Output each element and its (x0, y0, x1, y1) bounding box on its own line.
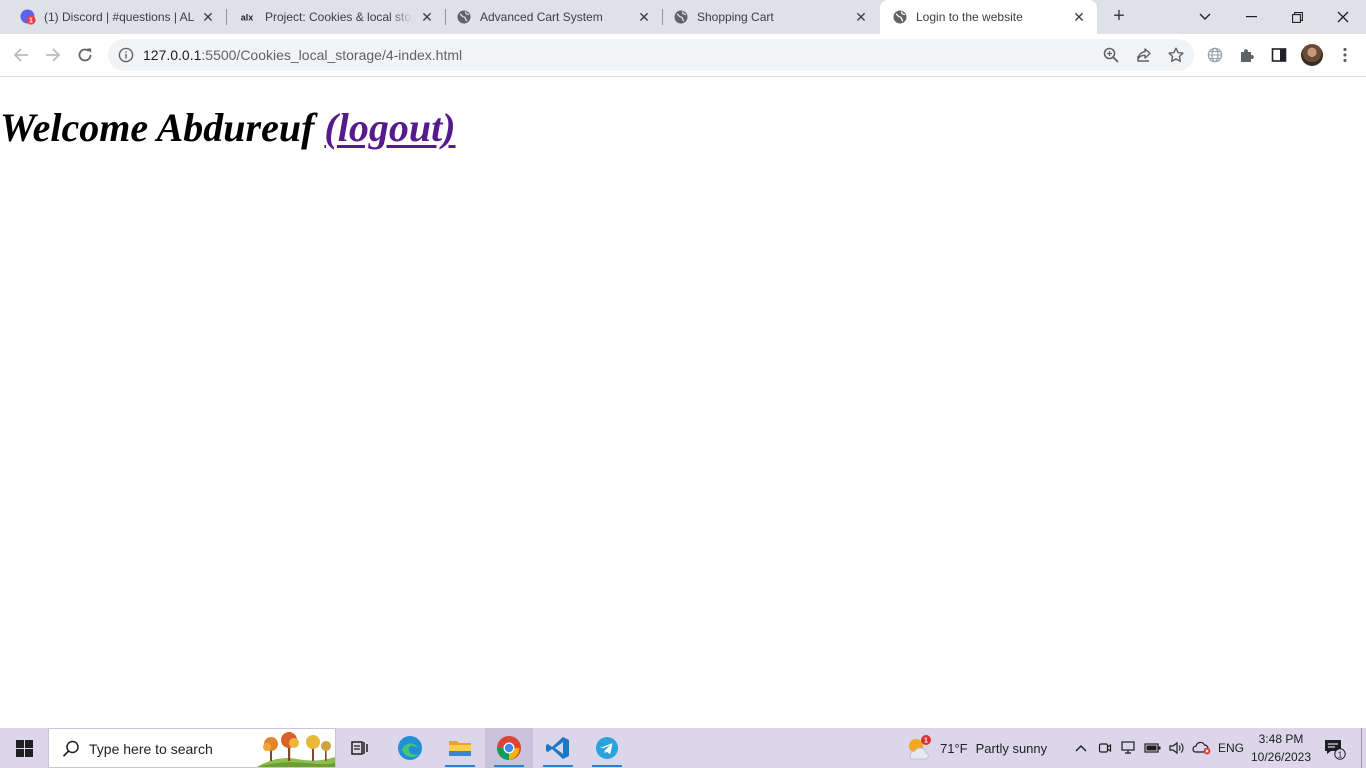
browser-toolbar: 127.0.0.1:5500/Cookies_local_storage/4-i… (0, 34, 1366, 77)
close-icon[interactable]: ✕ (1069, 7, 1089, 27)
notification-center-button[interactable]: 1 (1322, 736, 1346, 760)
start-button[interactable] (0, 728, 48, 768)
tab-search-button[interactable] (1182, 0, 1228, 34)
share-icon[interactable] (1134, 45, 1154, 65)
bookmark-star-icon[interactable] (1166, 45, 1186, 65)
tab-shopping-cart[interactable]: Shopping Cart ✕ (663, 0, 879, 34)
kebab-menu-icon[interactable] (1334, 44, 1356, 66)
weather-alert-badge: 1 (924, 738, 928, 745)
windows-taskbar: Type here to search 1 71°F Partly sunny … (0, 728, 1366, 768)
arrow-left-icon (13, 48, 28, 62)
url-path: :5500/Cookies_local_storage/4-index.html (201, 47, 463, 63)
telegram-app-button[interactable] (583, 728, 631, 768)
close-icon[interactable]: ✕ (634, 7, 654, 27)
forward-button[interactable] (38, 40, 68, 70)
puzzle-icon[interactable] (1236, 44, 1258, 66)
discord-icon: 1 (20, 9, 36, 25)
url-text[interactable]: 127.0.0.1:5500/Cookies_local_storage/4-i… (143, 47, 462, 63)
task-view-icon (351, 741, 368, 755)
temperature-text: 71°F (940, 740, 968, 756)
arrow-right-icon (46, 48, 61, 62)
globe-icon (456, 9, 472, 25)
globe-icon (892, 9, 908, 25)
clock-date: 10/26/2023 (1250, 750, 1312, 764)
chrome-icon (497, 736, 521, 760)
folder-icon (449, 741, 471, 756)
new-tab-button[interactable]: + (1108, 6, 1130, 28)
welcome-heading: Welcome Abdureuf (logout) (0, 104, 456, 151)
partly-sunny-icon: 1 (904, 734, 932, 762)
windows-logo-icon (15, 739, 33, 757)
battery-icon[interactable] (1142, 728, 1164, 768)
edge-icon (398, 736, 422, 760)
volume-icon[interactable] (1166, 728, 1188, 768)
chrome-app-button[interactable] (485, 728, 533, 768)
restore-button[interactable] (1274, 0, 1320, 34)
weather-widget[interactable]: 1 71°F Partly sunny (904, 728, 1047, 768)
reload-icon (78, 48, 92, 62)
search-icon (61, 739, 81, 759)
welcome-text: Welcome Abdureuf (0, 105, 325, 150)
tab-alx-project[interactable]: alx Project: Cookies & local storage ✕ (227, 0, 445, 34)
close-icon[interactable]: ✕ (417, 7, 437, 27)
network-icon[interactable] (1118, 728, 1140, 768)
tab-title: Advanced Cart System (480, 10, 603, 24)
tab-discord[interactable]: 1 (1) Discord | #questions | ALX ✕ (0, 0, 226, 34)
chevron-up-icon (1075, 745, 1087, 752)
alx-logo: alx (241, 13, 254, 23)
side-panel-icon[interactable] (1268, 44, 1290, 66)
back-button[interactable] (6, 40, 36, 70)
minimize-icon (1245, 16, 1257, 18)
chevron-down-icon (1199, 13, 1211, 20)
tab-title: (1) Discord | #questions | ALX (44, 10, 194, 24)
tab-title: Project: Cookies & local storage (265, 10, 413, 24)
page-content: Welcome Abdureuf (logout) (0, 78, 1366, 728)
close-icon (1337, 11, 1349, 23)
clock-time: 3:48 PM (1258, 732, 1304, 746)
minimize-button[interactable] (1228, 0, 1274, 34)
info-icon[interactable] (118, 47, 134, 63)
discord-badge: 1 (29, 18, 33, 25)
system-clock[interactable]: 3:48 PM 10/26/2023 (1246, 730, 1316, 766)
vscode-icon (546, 737, 569, 759)
show-hidden-icons-button[interactable] (1070, 728, 1092, 768)
show-desktop-button[interactable] (1361, 728, 1362, 768)
autumn-trees-illustration-icon (257, 729, 335, 767)
alx-icon: alx (237, 9, 257, 25)
task-view-button[interactable] (336, 728, 384, 768)
tab-advanced-cart[interactable]: Advanced Cart System ✕ (446, 0, 662, 34)
reload-button[interactable] (70, 40, 100, 70)
zoom-icon[interactable] (1101, 45, 1121, 65)
extension-globe-icon[interactable] (1204, 44, 1226, 66)
close-icon[interactable]: ✕ (851, 7, 871, 27)
tab-login[interactable]: Login to the website ✕ (880, 0, 1097, 34)
vscode-app-button[interactable] (534, 728, 582, 768)
logout-link[interactable]: (logout) (324, 105, 455, 150)
meet-now-icon[interactable] (1095, 728, 1115, 768)
notification-count: 1 (1338, 749, 1343, 759)
close-window-button[interactable] (1320, 0, 1366, 34)
tab-strip: 1 (1) Discord | #questions | ALX ✕ alx P… (0, 0, 1366, 34)
globe-icon (673, 9, 689, 25)
taskbar-search-box[interactable]: Type here to search (48, 728, 336, 768)
weather-condition-text: Partly sunny (975, 740, 1048, 756)
search-placeholder: Type here to search (89, 741, 213, 757)
notification-icon: 1 (1325, 740, 1346, 760)
language-indicator[interactable]: ENG (1216, 728, 1246, 768)
close-icon[interactable]: ✕ (198, 7, 218, 27)
language-text: ENG (1217, 741, 1244, 755)
file-explorer-app-button[interactable] (436, 728, 484, 768)
tab-title: Shopping Cart (697, 10, 774, 24)
restore-icon (1291, 11, 1303, 23)
edge-app-button[interactable] (386, 728, 434, 768)
profile-avatar[interactable] (1301, 44, 1323, 66)
telegram-icon (596, 737, 618, 759)
url-host: 127.0.0.1 (143, 47, 202, 63)
tab-title: Login to the website (916, 10, 1023, 24)
onedrive-icon[interactable] (1190, 728, 1214, 768)
address-bar[interactable]: 127.0.0.1:5500/Cookies_local_storage/4-i… (108, 39, 1194, 71)
